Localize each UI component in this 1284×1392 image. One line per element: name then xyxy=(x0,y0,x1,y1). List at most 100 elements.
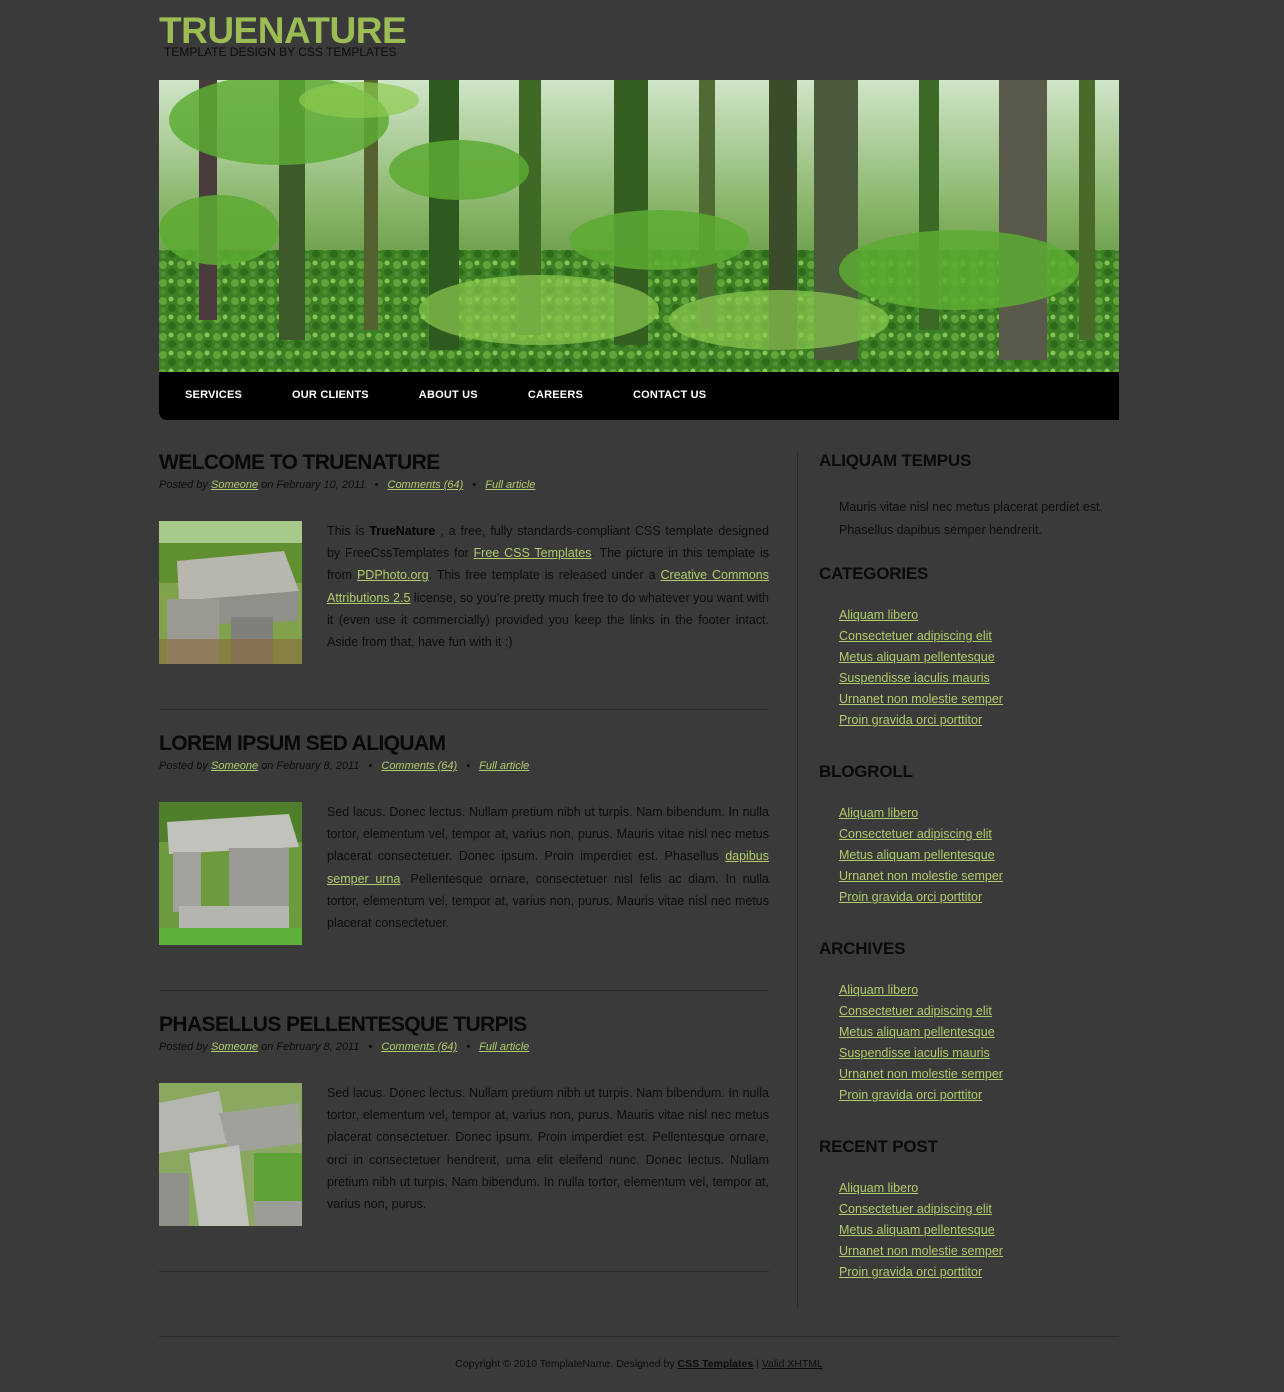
list-item: Consectetuer adipiscing elit xyxy=(839,1001,1119,1022)
post-body-bold: TrueNature xyxy=(369,524,436,538)
column-divider xyxy=(797,450,798,1310)
post-comments-link[interactable]: Comments (64) xyxy=(381,760,457,772)
category-link[interactable]: Proin gravida orci porttitor xyxy=(839,713,982,727)
footer-valid-xhtml-link[interactable]: Valid XHTML xyxy=(762,1358,823,1370)
nav-about-us[interactable]: ABOUT US xyxy=(419,372,478,418)
post-divider xyxy=(159,990,769,991)
post-author-link[interactable]: Someone xyxy=(211,760,258,772)
post-meta: Posted by Someone on February 8, 2011 • … xyxy=(159,1039,769,1055)
category-link[interactable]: Urnanet non molestie semper xyxy=(839,692,1003,706)
recent-post-link[interactable]: Consectetuer adipiscing elit xyxy=(839,1202,992,1216)
free-css-templates-link[interactable]: Free CSS Templates xyxy=(474,546,592,560)
blogroll-link[interactable]: Urnanet non molestie semper xyxy=(839,869,1003,883)
post-date: on February 10, 2011 xyxy=(261,479,366,491)
posted-by-label: Posted by xyxy=(159,1041,208,1053)
list-item: Metus aliquam pellentesque xyxy=(839,647,1119,668)
post-comments-link[interactable]: Comments (64) xyxy=(388,479,464,491)
archive-link[interactable]: Proin gravida orci porttitor xyxy=(839,1088,982,1102)
post-title[interactable]: LOREM IPSUM SED ALIQUAM xyxy=(159,730,769,758)
meta-separator: • xyxy=(472,479,477,491)
site-logo[interactable]: TRUENATURE TEMPLATE DESIGN BY CSS TEMPLA… xyxy=(159,11,659,60)
footer-separator: | xyxy=(753,1358,762,1370)
list-item: Consectetuer adipiscing elit xyxy=(839,626,1119,647)
widget-text: Mauris vitae nisl nec metus placerat per… xyxy=(839,500,1104,537)
widget-title-tempus: ALIQUAM TEMPUS xyxy=(819,451,972,470)
recent-post-link[interactable]: Metus aliquam pellentesque xyxy=(839,1223,995,1237)
list-item: Urnanet non molestie semper xyxy=(839,1064,1119,1085)
meta-separator: • xyxy=(466,760,471,772)
recent-post-link[interactable]: Urnanet non molestie semper xyxy=(839,1244,1003,1258)
recent-post-link[interactable]: Aliquam libero xyxy=(839,1181,918,1195)
category-link[interactable]: Suspendisse iaculis mauris xyxy=(839,671,990,685)
post-date: on February 8, 2011 xyxy=(261,1041,360,1053)
nav-contact-us[interactable]: CONTACT US xyxy=(633,372,706,418)
post-body-text: Sed lacus. Donec lectus. Nullam pretium … xyxy=(327,1086,769,1212)
nav-our-clients[interactable]: OUR CLIENTS xyxy=(292,372,369,418)
footer-divider xyxy=(159,1336,1119,1337)
post-title[interactable]: WELCOME TO TRUENATURE xyxy=(159,449,769,477)
list-item: Urnanet non molestie semper xyxy=(839,866,1119,887)
post: PHASELLUS PELLENTESQUE TURPIS Posted by … xyxy=(159,1011,769,1292)
category-link[interactable]: Aliquam libero xyxy=(839,608,918,622)
post-author-link[interactable]: Someone xyxy=(211,479,258,491)
blogroll-link[interactable]: Consectetuer adipiscing elit xyxy=(839,827,992,841)
post-body: Sed lacus. Donec lectus. Nullam pretium … xyxy=(327,801,769,934)
list-item: Proin gravida orci porttitor xyxy=(839,1085,1119,1106)
post-body-text: This is xyxy=(327,524,370,538)
main-content: WELCOME TO TRUENATURE Posted by Someone … xyxy=(159,449,769,1292)
list-item: Metus aliquam pellentesque xyxy=(839,845,1119,866)
list-item: Aliquam libero xyxy=(839,803,1119,824)
archives-list: Aliquam libero Consectetuer adipiscing e… xyxy=(839,980,1119,1106)
footer: Copyright © 2010 TemplateName. Designed … xyxy=(159,1358,1119,1370)
blogroll-link[interactable]: Metus aliquam pellentesque xyxy=(839,848,995,862)
widget-title-categories: CATEGORIES xyxy=(819,564,929,583)
list-item: Urnanet non molestie semper xyxy=(839,1241,1119,1262)
posted-by-label: Posted by xyxy=(159,760,208,772)
site-tagline: TEMPLATE DESIGN BY CSS TEMPLATES xyxy=(164,45,397,59)
post-body: This is TrueNature , a free, fully stand… xyxy=(327,520,769,653)
post-meta: Posted by Someone on February 10, 2011 •… xyxy=(159,477,769,493)
list-item: Proin gravida orci porttitor xyxy=(839,887,1119,908)
blogroll-link[interactable]: Aliquam libero xyxy=(839,806,918,820)
nav-careers[interactable]: CAREERS xyxy=(528,372,583,418)
post-comments-link[interactable]: Comments (64) xyxy=(381,1041,457,1053)
archive-link[interactable]: Suspendisse iaculis mauris xyxy=(839,1046,990,1060)
archive-link[interactable]: Metus aliquam pellentesque xyxy=(839,1025,995,1039)
list-item: Aliquam libero xyxy=(839,605,1119,626)
post-full-article-link[interactable]: Full article xyxy=(485,479,535,491)
archive-link[interactable]: Consectetuer adipiscing elit xyxy=(839,1004,992,1018)
widget-title-archives: ARCHIVES xyxy=(819,939,906,958)
list-item: Metus aliquam pellentesque xyxy=(839,1022,1119,1043)
post-author-link[interactable]: Someone xyxy=(211,1041,258,1053)
list-item: Proin gravida orci porttitor xyxy=(839,1262,1119,1283)
post-full-article-link[interactable]: Full article xyxy=(479,760,529,772)
post: WELCOME TO TRUENATURE Posted by Someone … xyxy=(159,449,769,730)
widget-title-recent-post: RECENT POST xyxy=(819,1137,938,1156)
post-thumbnail xyxy=(159,802,302,945)
blogroll-link[interactable]: Proin gravida orci porttitor xyxy=(839,890,982,904)
list-item: Aliquam libero xyxy=(839,980,1119,1001)
archive-link[interactable]: Aliquam libero xyxy=(839,983,918,997)
footer-css-templates-link[interactable]: CSS Templates xyxy=(678,1358,754,1370)
list-item: Proin gravida orci porttitor xyxy=(839,710,1119,731)
list-item: Consectetuer adipiscing elit xyxy=(839,1199,1119,1220)
footer-copyright: Copyright © 2010 TemplateName. Designed … xyxy=(455,1358,678,1370)
list-item: Urnanet non molestie semper xyxy=(839,689,1119,710)
category-link[interactable]: Consectetuer adipiscing elit xyxy=(839,629,992,643)
nav-services[interactable]: SERVICES xyxy=(185,372,242,418)
categories-list: Aliquam libero Consectetuer adipiscing e… xyxy=(839,605,1119,731)
post-full-article-link[interactable]: Full article xyxy=(479,1041,529,1053)
posted-by-label: Posted by xyxy=(159,479,208,491)
meta-separator: • xyxy=(466,1041,471,1053)
recent-post-list: Aliquam libero Consectetuer adipiscing e… xyxy=(839,1178,1119,1283)
sidebar: ALIQUAM TEMPUS Mauris vitae nisl nec met… xyxy=(819,449,1119,1283)
post-title[interactable]: PHASELLUS PELLENTESQUE TURPIS xyxy=(159,1011,769,1039)
header-banner-image xyxy=(159,80,1119,372)
recent-post-link[interactable]: Proin gravida orci porttitor xyxy=(839,1265,982,1279)
category-link[interactable]: Metus aliquam pellentesque xyxy=(839,650,995,664)
list-item: Suspendisse iaculis mauris xyxy=(839,668,1119,689)
post-thumbnail xyxy=(159,1083,302,1226)
pdphoto-link[interactable]: PDPhoto.org xyxy=(357,568,429,582)
archive-link[interactable]: Urnanet non molestie semper xyxy=(839,1067,1003,1081)
list-item: Aliquam libero xyxy=(839,1178,1119,1199)
